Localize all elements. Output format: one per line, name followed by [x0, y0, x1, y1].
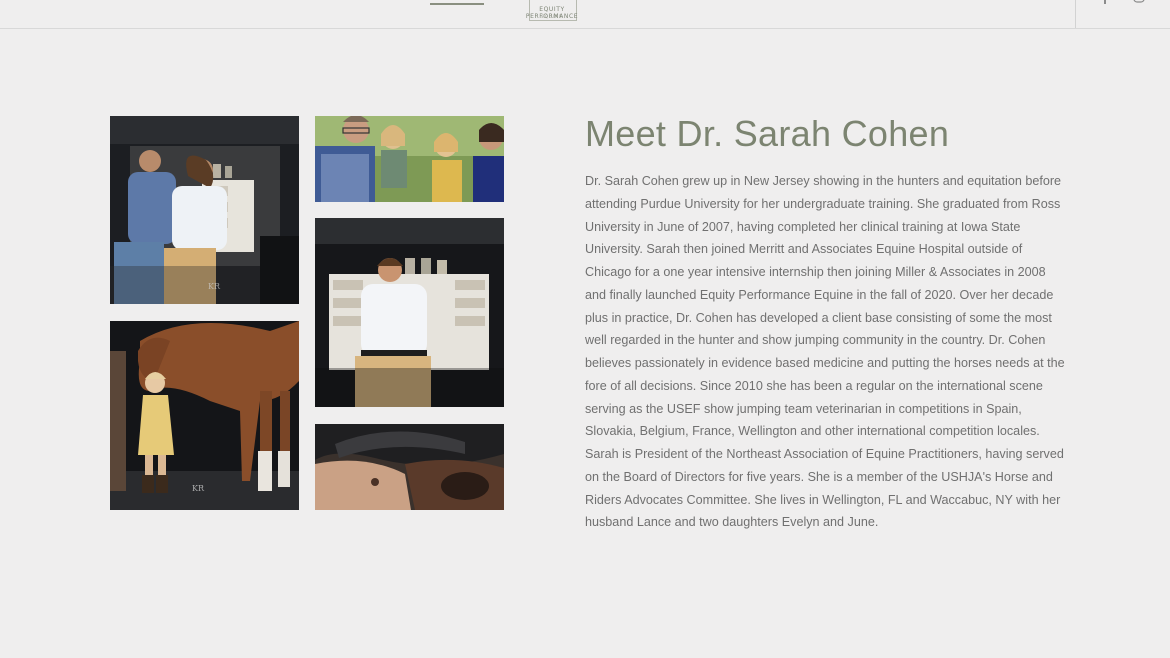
site-logo[interactable]: EQUITY PERFORMANCE EQUINE [512, 0, 592, 22]
photo-couple-truck: KR [110, 116, 299, 304]
photo-family [315, 116, 504, 202]
photo-horse-closeup [315, 424, 504, 510]
page-title: Meet Dr. Sarah Cohen [585, 113, 950, 154]
header-divider [1075, 0, 1076, 28]
bio-paragraph: Dr. Sarah Cohen grew up in New Jersey sh… [585, 174, 1065, 530]
facebook-icon[interactable] [1101, 0, 1109, 7]
site-header: EQUITY PERFORMANCE EQUINE [0, 0, 1170, 29]
svg-text:KR: KR [208, 282, 221, 291]
instagram-icon[interactable] [1133, 0, 1145, 7]
logo-subtext: EQUINE [541, 14, 563, 19]
photo-watermark: KR [192, 484, 205, 493]
photo-vet-truck [315, 218, 504, 407]
nav-active-underline [430, 3, 484, 5]
photo-child-horse: KR [110, 321, 299, 510]
